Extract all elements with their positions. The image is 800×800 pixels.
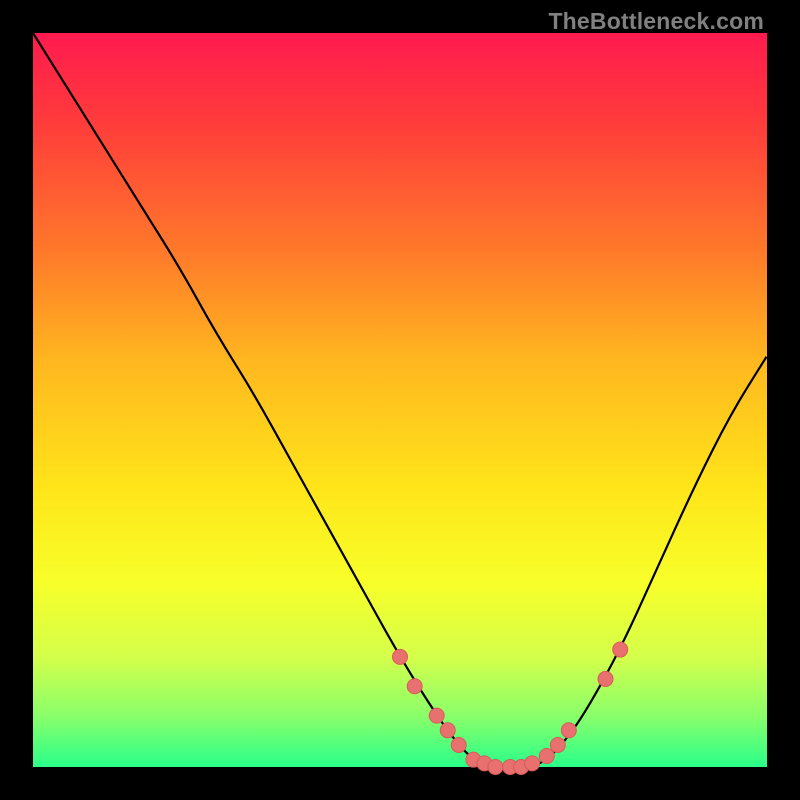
curve-marker xyxy=(440,723,455,738)
curve-marker xyxy=(393,649,408,664)
curve-marker xyxy=(451,737,466,752)
curve-marker xyxy=(407,679,422,694)
curve-marker xyxy=(550,737,565,752)
curve-marker xyxy=(598,671,613,686)
curve-marker xyxy=(525,756,540,771)
chart-frame: TheBottleneck.com xyxy=(0,0,800,800)
curve-marker xyxy=(613,642,628,657)
curve-marker xyxy=(429,708,444,723)
curve-layer xyxy=(33,33,767,767)
watermark-text: TheBottleneck.com xyxy=(548,8,764,35)
curve-marker xyxy=(488,760,503,775)
curve-marker xyxy=(561,723,576,738)
marker-dots xyxy=(393,642,628,774)
curve-marker xyxy=(539,748,554,763)
